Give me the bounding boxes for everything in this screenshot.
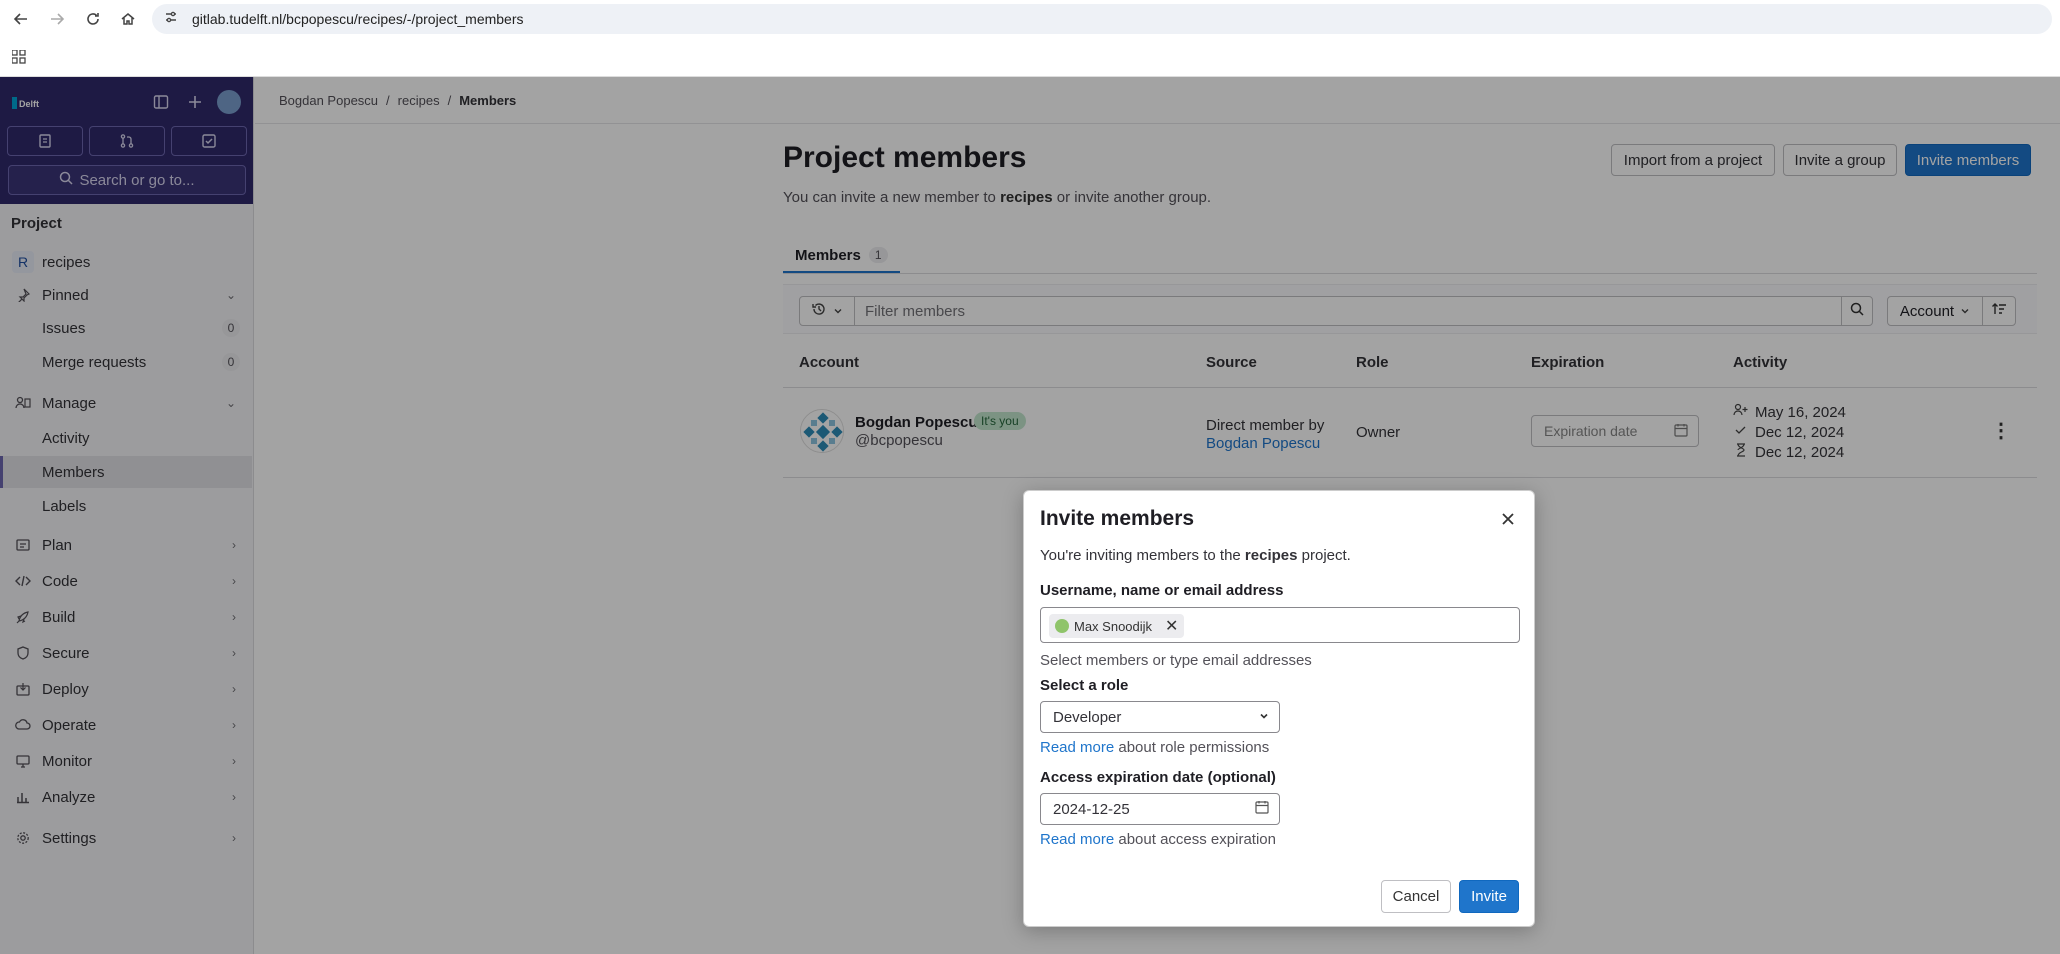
apps-grid-icon[interactable] [11, 49, 26, 68]
role-value: Developer [1053, 708, 1122, 726]
invite-members-modal: Invite members You're inviting members t… [1023, 490, 1535, 927]
date-help: Read more about access expiration [1040, 831, 1276, 848]
modal-title: Invite members [1040, 507, 1195, 530]
chevron-down-icon [1259, 710, 1269, 724]
reload-icon[interactable] [82, 8, 104, 30]
user-field-help: Select members or type email addresses [1040, 652, 1312, 669]
back-icon[interactable] [10, 8, 32, 30]
site-settings-icon[interactable] [164, 10, 178, 28]
invite-button[interactable]: Invite [1459, 880, 1519, 913]
intro-text: You're inviting members to the [1040, 547, 1245, 564]
home-icon[interactable] [117, 8, 139, 30]
member-token: Max Snoodijk ✕ [1049, 614, 1185, 638]
intro-project: recipes [1244, 547, 1298, 564]
role-read-more-link[interactable]: Read more [1040, 739, 1114, 756]
token-label: Max Snoodijk [1074, 618, 1153, 634]
calendar-icon[interactable] [1255, 800, 1269, 818]
browser-toolbar: gitlab.tudelft.nl/bcpopescu/recipes/-/pr… [0, 0, 2060, 38]
bookmarks-bar [0, 38, 2060, 77]
role-field-label: Select a role [1040, 677, 1129, 694]
address-bar[interactable]: gitlab.tudelft.nl/bcpopescu/recipes/-/pr… [152, 4, 2052, 34]
modal-intro: You're inviting members to the recipes p… [1040, 547, 1351, 564]
token-avatar [1055, 619, 1069, 633]
user-field-label: Username, name or email address [1040, 582, 1284, 599]
role-help: Read more about role permissions [1040, 739, 1269, 756]
date-help-text: about access expiration [1114, 831, 1276, 848]
date-field-label: Access expiration date (optional) [1040, 769, 1276, 786]
intro-text: project. [1297, 547, 1351, 564]
cancel-button[interactable]: Cancel [1381, 880, 1451, 913]
url-text: gitlab.tudelft.nl/bcpopescu/recipes/-/pr… [192, 11, 524, 27]
access-expiration-date-input[interactable]: 2024-12-25 [1040, 793, 1280, 825]
role-select[interactable]: Developer [1040, 701, 1280, 733]
close-icon[interactable] [1498, 509, 1518, 529]
forward-icon[interactable] [46, 8, 68, 30]
remove-token-icon[interactable]: ✕ [1165, 616, 1178, 636]
date-value: 2024-12-25 [1053, 800, 1130, 818]
date-read-more-link[interactable]: Read more [1040, 831, 1114, 848]
member-token-input[interactable]: Max Snoodijk ✕ [1040, 607, 1520, 643]
role-help-text: about role permissions [1114, 739, 1270, 756]
